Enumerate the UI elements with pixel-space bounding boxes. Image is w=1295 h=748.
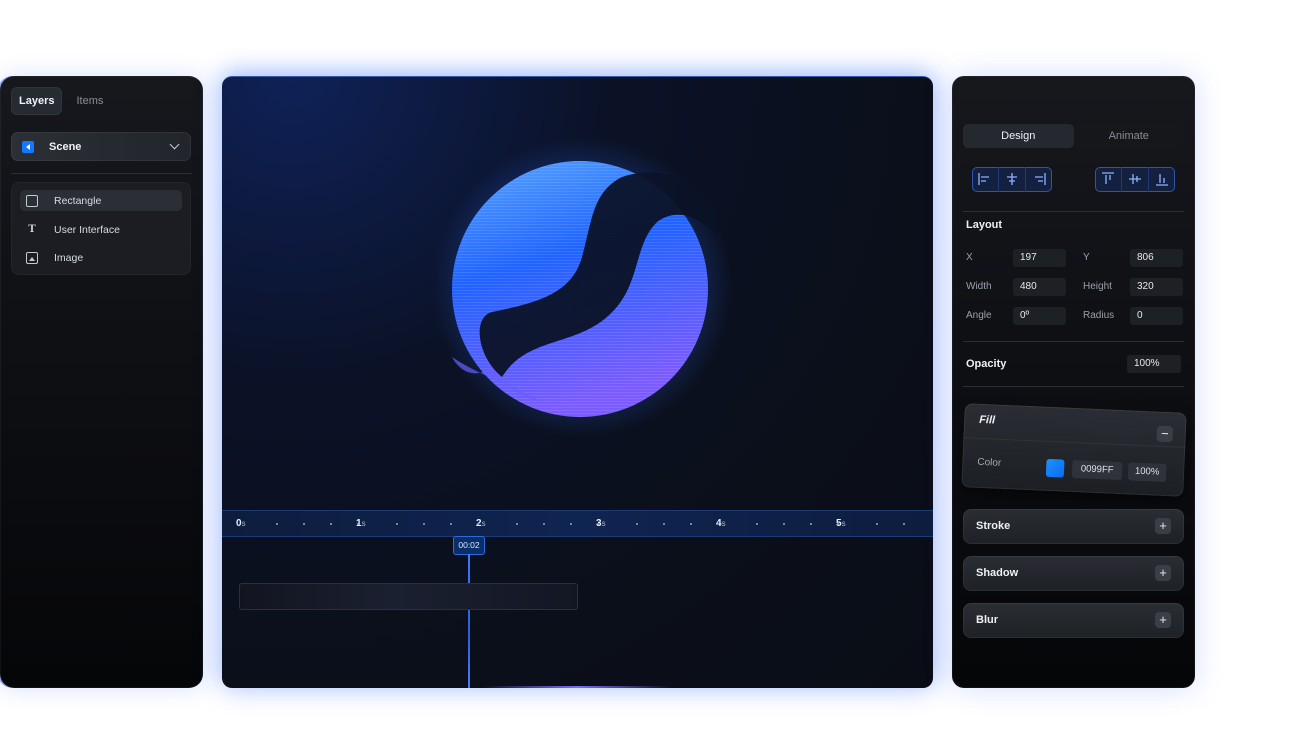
scene-select[interactable]: Scene <box>11 132 191 161</box>
rectangle-icon <box>26 194 38 207</box>
opacity-label: Opacity <box>966 358 1007 370</box>
tick-dot <box>357 523 359 525</box>
tick-dot <box>477 523 479 525</box>
divider <box>11 173 192 174</box>
radius-label: Radius <box>1083 310 1115 321</box>
stroke-title: Stroke <box>976 520 1011 532</box>
height-field[interactable]: 320 <box>1130 278 1183 296</box>
tick-dot <box>303 523 305 525</box>
align-center-h-icon[interactable] <box>999 167 1026 192</box>
tick-dot <box>717 523 719 525</box>
tick-dot <box>663 523 665 525</box>
playhead-time[interactable]: 00:02 <box>453 536 485 555</box>
sphere-artwork[interactable] <box>432 137 732 437</box>
add-shadow-button[interactable]: + <box>1155 565 1171 581</box>
tick-dot <box>837 523 839 525</box>
layer-label: Image <box>54 251 84 264</box>
align-horizontal-group <box>972 167 1052 192</box>
height-label: Height <box>1083 281 1112 292</box>
chevron-down-icon <box>169 139 180 150</box>
align-left-icon[interactable] <box>972 167 999 192</box>
text-icon: T <box>28 223 36 235</box>
opacity-field[interactable]: 100% <box>1127 355 1181 373</box>
tick-dot <box>810 523 812 525</box>
properties-panel: Design Animate Layout X 197 Y 806 Width … <box>952 76 1195 688</box>
layers-panel: Layers Items Scene Rectangle T User Inte… <box>0 76 203 688</box>
tab-design[interactable]: Design <box>963 124 1074 148</box>
canvas-panel: 0s 1s 2s 3s 4s 5s 00:02 <box>222 76 933 688</box>
align-bottom-icon[interactable] <box>1149 167 1175 192</box>
tick-dot <box>756 523 758 525</box>
divider <box>963 341 1184 342</box>
layer-item-image[interactable]: Image <box>20 247 182 268</box>
tick-dot <box>597 523 599 525</box>
align-vertical-group <box>1095 167 1175 192</box>
tick-dot <box>903 523 905 525</box>
tick-dot <box>450 523 452 525</box>
fill-opacity-field[interactable]: 100% <box>1127 462 1167 483</box>
play-left-icon <box>22 140 34 153</box>
tick-dot <box>516 523 518 525</box>
layer-label: User Interface <box>54 223 120 236</box>
tick-dot <box>876 523 878 525</box>
angle-label: Angle <box>966 310 992 321</box>
divider <box>963 437 1186 448</box>
layer-item-rectangle[interactable]: Rectangle <box>20 190 182 211</box>
radius-field[interactable]: 0 <box>1130 307 1183 325</box>
layer-label: Rectangle <box>54 194 102 207</box>
width-field[interactable]: 480 <box>1013 278 1066 296</box>
design-animate-tabs: Design Animate <box>963 124 1184 148</box>
tick-dot <box>690 523 692 525</box>
shadow-section[interactable]: Shadow + <box>963 556 1184 591</box>
fill-title: Fill <box>978 413 996 427</box>
timeline-ruler[interactable]: 0s 1s 2s 3s 4s 5s <box>222 510 933 537</box>
y-field[interactable]: 806 <box>1130 249 1183 267</box>
tick-dot <box>783 523 785 525</box>
divider <box>963 211 1184 212</box>
width-label: Width <box>966 281 992 292</box>
layer-list: Rectangle T User Interface Image <box>11 182 191 275</box>
blur-title: Blur <box>976 614 998 626</box>
tick-label: 0s <box>236 518 246 529</box>
fill-remove-button[interactable]: − <box>1156 425 1174 443</box>
canvas-bottom-glow <box>482 686 672 688</box>
y-label: Y <box>1083 252 1090 263</box>
add-stroke-button[interactable]: + <box>1155 518 1171 534</box>
tick-dot <box>396 523 398 525</box>
timeline-track-clip[interactable] <box>239 583 578 610</box>
tick-dot <box>543 523 545 525</box>
divider <box>963 386 1184 387</box>
tick-dot <box>636 523 638 525</box>
fill-color-swatch[interactable] <box>1045 458 1065 478</box>
layer-item-user-interface[interactable]: T User Interface <box>20 219 182 240</box>
tick-dot <box>330 523 332 525</box>
tick-dot <box>276 523 278 525</box>
blur-section[interactable]: Blur + <box>963 603 1184 638</box>
image-icon <box>26 251 38 264</box>
stroke-section[interactable]: Stroke + <box>963 509 1184 544</box>
tick-dot <box>423 523 425 525</box>
left-tabs: Layers Items <box>11 87 111 115</box>
playhead-line[interactable] <box>468 554 470 688</box>
x-field[interactable]: 197 <box>1013 249 1066 267</box>
tick-dot <box>570 523 572 525</box>
x-label: X <box>966 252 973 263</box>
fill-hex-field[interactable]: 0099FF <box>1071 459 1123 481</box>
angle-field[interactable]: 0º <box>1013 307 1066 325</box>
align-right-icon[interactable] <box>1026 167 1052 192</box>
tab-animate[interactable]: Animate <box>1073 124 1184 148</box>
scene-select-label: Scene <box>49 140 82 153</box>
shadow-title: Shadow <box>976 567 1019 579</box>
layout-title: Layout <box>966 219 1003 231</box>
add-blur-button[interactable]: + <box>1155 612 1171 628</box>
align-center-v-icon[interactable] <box>1122 167 1149 192</box>
fill-color-label: Color <box>977 456 1002 469</box>
align-top-icon[interactable] <box>1095 167 1122 192</box>
tab-layers[interactable]: Layers <box>11 87 63 115</box>
tab-items[interactable]: Items <box>66 87 111 115</box>
fill-section: Fill − Color 0099FF 100% <box>961 403 1187 497</box>
